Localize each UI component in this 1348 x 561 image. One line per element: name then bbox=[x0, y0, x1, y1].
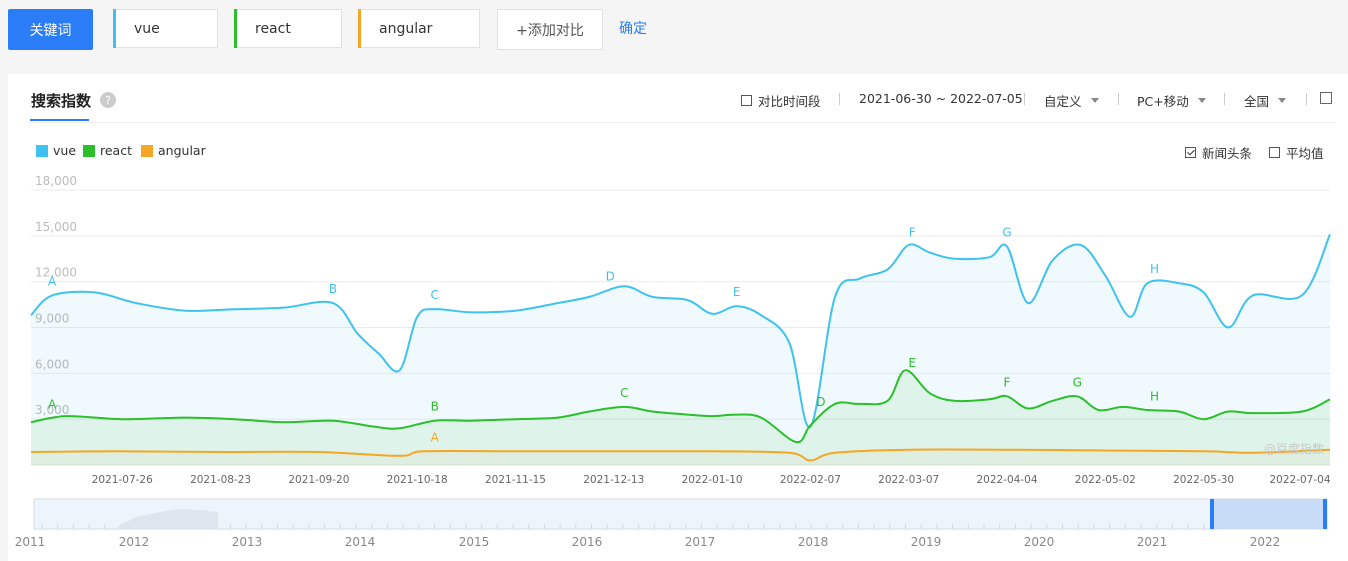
overview-year-label: 2018 bbox=[798, 535, 829, 549]
overview-selection bbox=[1212, 499, 1326, 529]
y-tick-label: 15,000 bbox=[35, 220, 77, 234]
search-index-chart: 18,00015,00012,0009,0006,0003,000ABCDEFG… bbox=[15, 174, 1331, 549]
annotation-label: G bbox=[1002, 226, 1011, 240]
annotation-label: F bbox=[909, 225, 916, 239]
overview-year-label: 2020 bbox=[1024, 535, 1055, 549]
y-tick-label: 18,000 bbox=[35, 174, 77, 188]
overview-handle-left bbox=[1210, 499, 1214, 529]
annotation-label: G bbox=[1073, 375, 1082, 389]
overview-handle-right bbox=[1323, 499, 1327, 529]
overview-year-label: 2016 bbox=[572, 535, 603, 549]
annotation-label: B bbox=[329, 282, 337, 296]
overview-year-label: 2019 bbox=[911, 535, 942, 549]
x-tick-label: 2022-07-04 bbox=[1269, 474, 1330, 486]
x-tick-label: 2022-02-07 bbox=[780, 474, 841, 486]
annotation-label: D bbox=[816, 395, 825, 409]
x-tick-label: 2021-07-26 bbox=[92, 474, 153, 486]
overview-year-label: 2014 bbox=[345, 535, 376, 549]
annotation-label: A bbox=[48, 274, 57, 288]
annotation-label: H bbox=[1150, 389, 1159, 403]
x-tick-label: 2021-11-15 bbox=[485, 474, 546, 486]
overview-year-label: 2012 bbox=[119, 535, 150, 549]
x-tick-label: 2022-04-04 bbox=[976, 474, 1037, 486]
overview-year-label: 2021 bbox=[1137, 535, 1168, 549]
overview-year-label: 2011 bbox=[15, 535, 46, 549]
x-tick-label: 2021-08-23 bbox=[190, 474, 251, 486]
annotation-label: E bbox=[908, 356, 916, 370]
x-tick-label: 2022-05-02 bbox=[1075, 474, 1136, 486]
x-tick-label: 2022-05-30 bbox=[1173, 474, 1234, 486]
annotation-label: C bbox=[620, 386, 628, 400]
annotation-label: B bbox=[431, 400, 439, 414]
annotation-label: D bbox=[606, 270, 615, 284]
x-tick-label: 2022-03-07 bbox=[878, 474, 939, 486]
x-tick-label: 2021-12-13 bbox=[583, 474, 644, 486]
annotation-label: A bbox=[48, 398, 57, 412]
annotation-label: E bbox=[733, 285, 741, 299]
annotation-label: F bbox=[1004, 375, 1011, 389]
overview-track bbox=[33, 498, 1328, 530]
watermark: @百度指数 bbox=[1264, 441, 1324, 456]
x-tick-label: 2022-01-10 bbox=[682, 474, 743, 486]
x-tick-label: 2021-09-20 bbox=[288, 474, 349, 486]
overview-year-label: 2017 bbox=[685, 535, 716, 549]
annotation-label: A bbox=[431, 430, 440, 444]
annotation-label: C bbox=[431, 288, 439, 302]
overview-year-label: 2013 bbox=[232, 535, 263, 549]
overview-year-label: 2015 bbox=[459, 535, 490, 549]
overview-year-label: 2022 bbox=[1250, 535, 1281, 549]
x-tick-label: 2021-10-18 bbox=[387, 474, 448, 486]
annotation-label: H bbox=[1150, 262, 1159, 276]
